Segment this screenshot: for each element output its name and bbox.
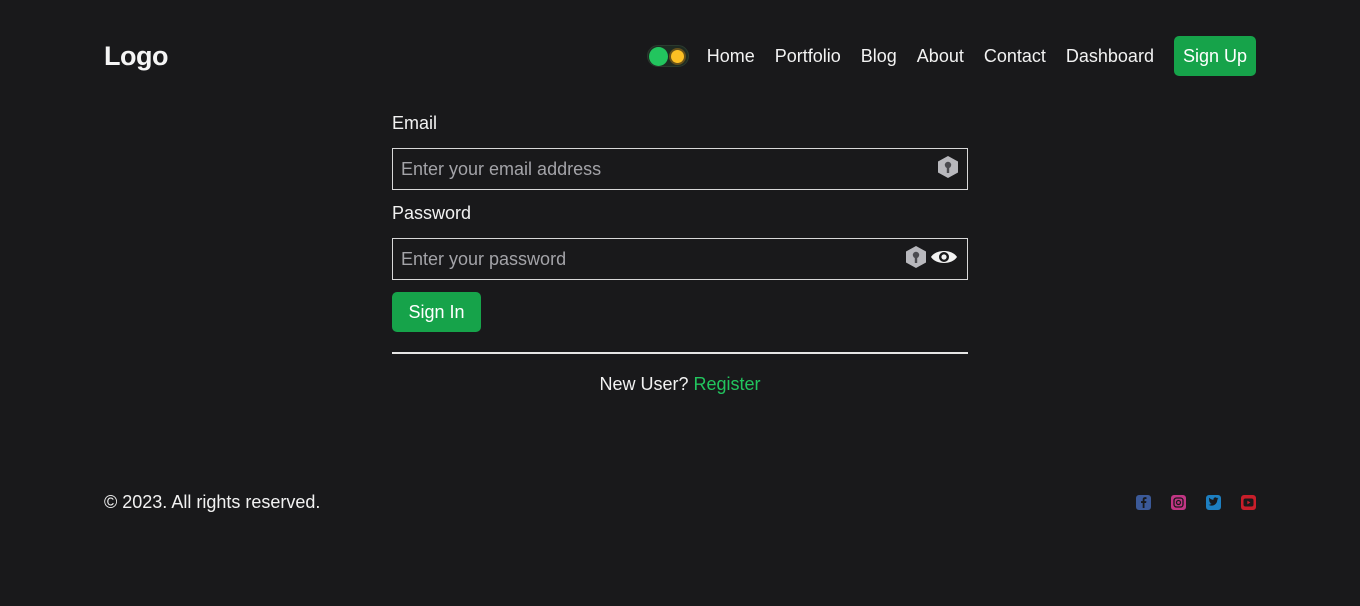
register-link[interactable]: Register (694, 374, 761, 394)
divider (392, 352, 968, 354)
signin-button[interactable]: Sign In (392, 292, 481, 332)
signup-button[interactable]: Sign Up (1173, 36, 1256, 76)
email-label: Email (392, 113, 438, 133)
nav-dashboard[interactable]: Dashboard (1066, 46, 1154, 67)
password-manager-icon[interactable] (905, 245, 927, 274)
youtube-icon[interactable] (1241, 494, 1256, 510)
login-form: Email Password (392, 112, 968, 395)
toggle-knob (648, 47, 668, 66)
email-field-wrapper (392, 148, 968, 190)
main-nav: Home Portfolio Blog About Contact Dashbo… (646, 36, 1256, 76)
eye-icon[interactable] (929, 246, 959, 273)
new-user-text: New User? (599, 374, 689, 394)
nav-blog[interactable]: Blog (861, 46, 897, 67)
nav-contact[interactable]: Contact (984, 46, 1046, 67)
twitter-icon[interactable] (1206, 494, 1221, 510)
password-field-wrapper (392, 238, 968, 280)
email-input[interactable] (401, 158, 937, 180)
password-label: Password (392, 203, 472, 223)
theme-toggle[interactable] (646, 45, 689, 67)
nav-home[interactable]: Home (707, 46, 755, 67)
site-header: Logo Home Portfolio Blog About Contact D… (104, 36, 1256, 76)
copyright: © 2023. All rights reserved. (104, 491, 321, 512)
register-row: New User? Register (392, 374, 968, 395)
social-links (1116, 494, 1256, 510)
nav-portfolio[interactable]: Portfolio (775, 46, 841, 67)
password-input[interactable] (401, 248, 905, 270)
nav-about[interactable]: About (917, 46, 964, 67)
site-footer: © 2023. All rights reserved. (104, 490, 1256, 514)
facebook-icon[interactable] (1136, 494, 1151, 510)
sun-icon (670, 50, 684, 63)
password-manager-icon[interactable] (937, 155, 959, 184)
logo[interactable]: Logo (104, 41, 168, 72)
instagram-icon[interactable] (1171, 494, 1186, 510)
